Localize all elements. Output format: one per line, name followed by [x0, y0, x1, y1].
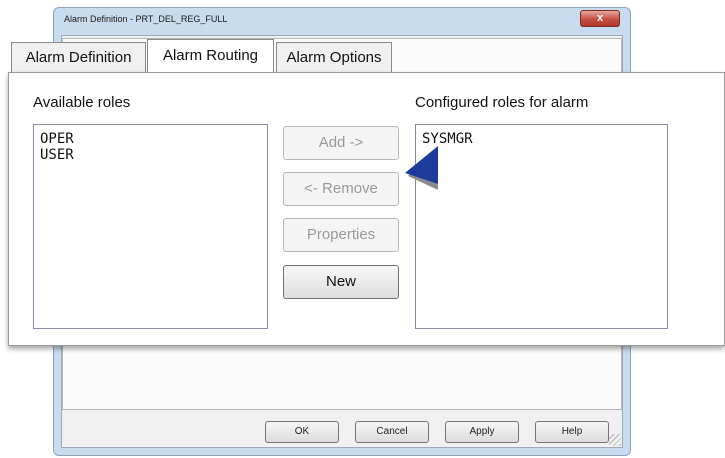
list-item[interactable]: USER: [34, 147, 267, 163]
tab-alarm-routing[interactable]: Alarm Routing: [147, 39, 274, 72]
resize-grip[interactable]: [609, 434, 621, 446]
configured-roles-list[interactable]: SYSMGR: [415, 124, 668, 329]
configured-roles-label: Configured roles for alarm: [415, 94, 589, 111]
close-button[interactable]: x: [580, 10, 620, 27]
new-button[interactable]: New: [283, 265, 399, 299]
list-item[interactable]: OPER: [34, 131, 267, 147]
window-title: Alarm Definition - PRT_DEL_REG_FULL: [64, 14, 228, 24]
mouse-cursor-icon: [405, 146, 438, 190]
available-roles-label: Available roles: [33, 94, 131, 111]
tab-alarm-options[interactable]: Alarm Options: [276, 42, 392, 72]
available-roles-list[interactable]: OPER USER: [33, 124, 268, 329]
cancel-button[interactable]: Cancel: [355, 421, 429, 443]
tab-alarm-definition[interactable]: Alarm Definition: [11, 42, 146, 72]
alarm-routing-panel: Available roles OPER USER Add -> <- Remo…: [8, 72, 725, 346]
ok-button[interactable]: OK: [265, 421, 339, 443]
remove-button[interactable]: <- Remove: [283, 172, 399, 206]
add-button[interactable]: Add ->: [283, 126, 399, 160]
properties-button[interactable]: Properties: [283, 218, 399, 252]
help-button[interactable]: Help: [535, 421, 609, 443]
apply-button[interactable]: Apply: [445, 421, 519, 443]
list-item[interactable]: SYSMGR: [416, 131, 667, 147]
title-bar: Alarm Definition - PRT_DEL_REG_FULL x: [54, 8, 630, 32]
